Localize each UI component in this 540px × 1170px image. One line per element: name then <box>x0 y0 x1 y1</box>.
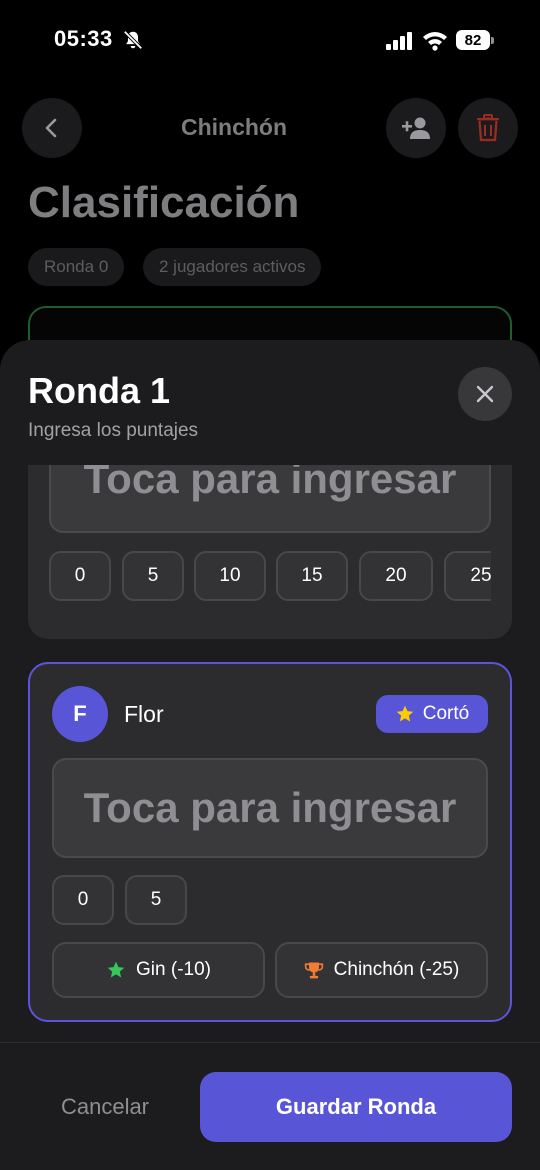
sheet-subtitle: Ingresa los puntajes <box>28 420 199 441</box>
quick-value-button[interactable]: 5 <box>125 875 187 925</box>
chinchon-button[interactable]: Chinchón (-25) <box>275 942 488 998</box>
cancel-button[interactable]: Cancelar <box>28 1072 182 1142</box>
score-entry-field[interactable]: Toca para ingresar <box>52 758 488 858</box>
footer-divider <box>0 1042 540 1043</box>
star-icon <box>107 961 125 978</box>
player-card-selected: F Flor Cortó Toca para ingresar 0 5 Gin … <box>28 662 512 1022</box>
gin-button[interactable]: Gin (-10) <box>52 942 265 998</box>
quick-value-button[interactable]: 5 <box>122 551 184 601</box>
quick-values-row[interactable]: 0 5 10 15 20 25 <box>49 551 491 601</box>
battery-level: 82 <box>456 30 490 50</box>
save-round-button[interactable]: Guardar Ronda <box>200 1072 512 1142</box>
sheet-title: Ronda 1 <box>28 370 171 411</box>
trash-icon <box>477 114 499 142</box>
score-entry-field[interactable]: Toca para ingresar <box>49 465 491 533</box>
star-icon <box>396 705 414 722</box>
page-heading: Clasificación <box>28 178 300 227</box>
wifi-icon <box>423 32 447 51</box>
delete-button[interactable] <box>458 98 518 158</box>
add-person-icon <box>402 117 430 139</box>
status-time: 05:33 <box>54 26 113 51</box>
quick-value-button[interactable]: 15 <box>276 551 348 601</box>
battery-icon: 82 <box>456 30 494 50</box>
gin-label: Gin (-10) <box>136 959 211 980</box>
trophy-icon <box>304 962 323 979</box>
round-chip: Ronda 0 <box>28 248 125 286</box>
bell-slash-icon <box>123 30 143 50</box>
quick-value-button[interactable]: 0 <box>49 551 111 601</box>
avatar: F <box>52 686 108 742</box>
close-button[interactable] <box>458 367 512 421</box>
close-icon <box>476 385 494 403</box>
quick-value-button[interactable]: 25 <box>444 551 491 601</box>
player-name: Flor <box>124 701 164 727</box>
chinchon-label: Chinchón (-25) <box>333 959 460 980</box>
players-chip: 2 jugadores activos <box>143 248 322 286</box>
quick-value-button[interactable]: 0 <box>52 875 114 925</box>
quick-value-button[interactable]: 10 <box>194 551 266 601</box>
quick-value-button[interactable]: 20 <box>359 551 433 601</box>
players-scroll[interactable]: Toca para ingresar 0 5 10 15 20 25 F Flo… <box>0 465 540 1040</box>
badge-label: Cortó <box>422 703 470 724</box>
player-card: Toca para ingresar 0 5 10 15 20 25 <box>28 465 512 639</box>
quick-values-row[interactable]: 0 5 <box>52 875 488 925</box>
signal-icon <box>386 32 412 50</box>
add-player-button[interactable] <box>386 98 446 158</box>
round-sheet: Ronda 1 Ingresa los puntajes Toca para i… <box>0 340 540 1170</box>
corto-badge[interactable]: Cortó <box>376 695 488 733</box>
